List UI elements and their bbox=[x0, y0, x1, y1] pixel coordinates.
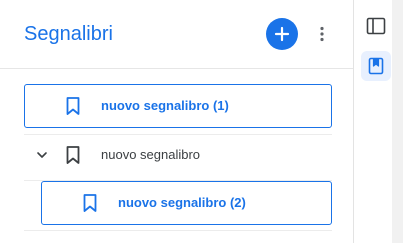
bookmarks-panel: Segnalibri nuovo segnalibro (1) nuovo se… bbox=[0, 0, 354, 243]
bookmark-item-child[interactable]: nuovo segnalibro (2) bbox=[41, 181, 332, 225]
more-options-button[interactable] bbox=[310, 22, 334, 46]
bookmark-item[interactable]: nuovo segnalibro (1) bbox=[24, 84, 332, 128]
panel-title: Segnalibri bbox=[24, 23, 113, 45]
bookmark-label: nuovo segnalibro (1) bbox=[101, 98, 229, 113]
bookmark-icon bbox=[66, 97, 80, 115]
more-vert-icon bbox=[320, 26, 324, 42]
bookmark-item-expandable[interactable]: nuovo segnalibro bbox=[24, 133, 332, 177]
bookmark-icon bbox=[83, 194, 97, 212]
bookmark-label: nuovo segnalibro (2) bbox=[118, 195, 246, 210]
add-bookmark-button[interactable] bbox=[266, 18, 298, 50]
bookmarks-app: Segnalibri nuovo segnalibro (1) nuovo se… bbox=[0, 0, 403, 243]
sidebar-toggle-icon bbox=[366, 17, 386, 35]
divider bbox=[24, 230, 332, 231]
plus-icon bbox=[274, 26, 290, 42]
bookmark-label: nuovo segnalibro bbox=[101, 147, 201, 162]
bookmark-icon bbox=[66, 146, 80, 164]
bookmarks-panel-icon bbox=[368, 57, 384, 75]
panel-header: Segnalibri bbox=[0, 0, 353, 69]
chevron-down-icon[interactable] bbox=[36, 150, 48, 160]
side-strip bbox=[392, 0, 403, 243]
sidebar-toggle-button[interactable] bbox=[361, 11, 391, 41]
bookmarks-panel-button[interactable] bbox=[361, 51, 391, 81]
